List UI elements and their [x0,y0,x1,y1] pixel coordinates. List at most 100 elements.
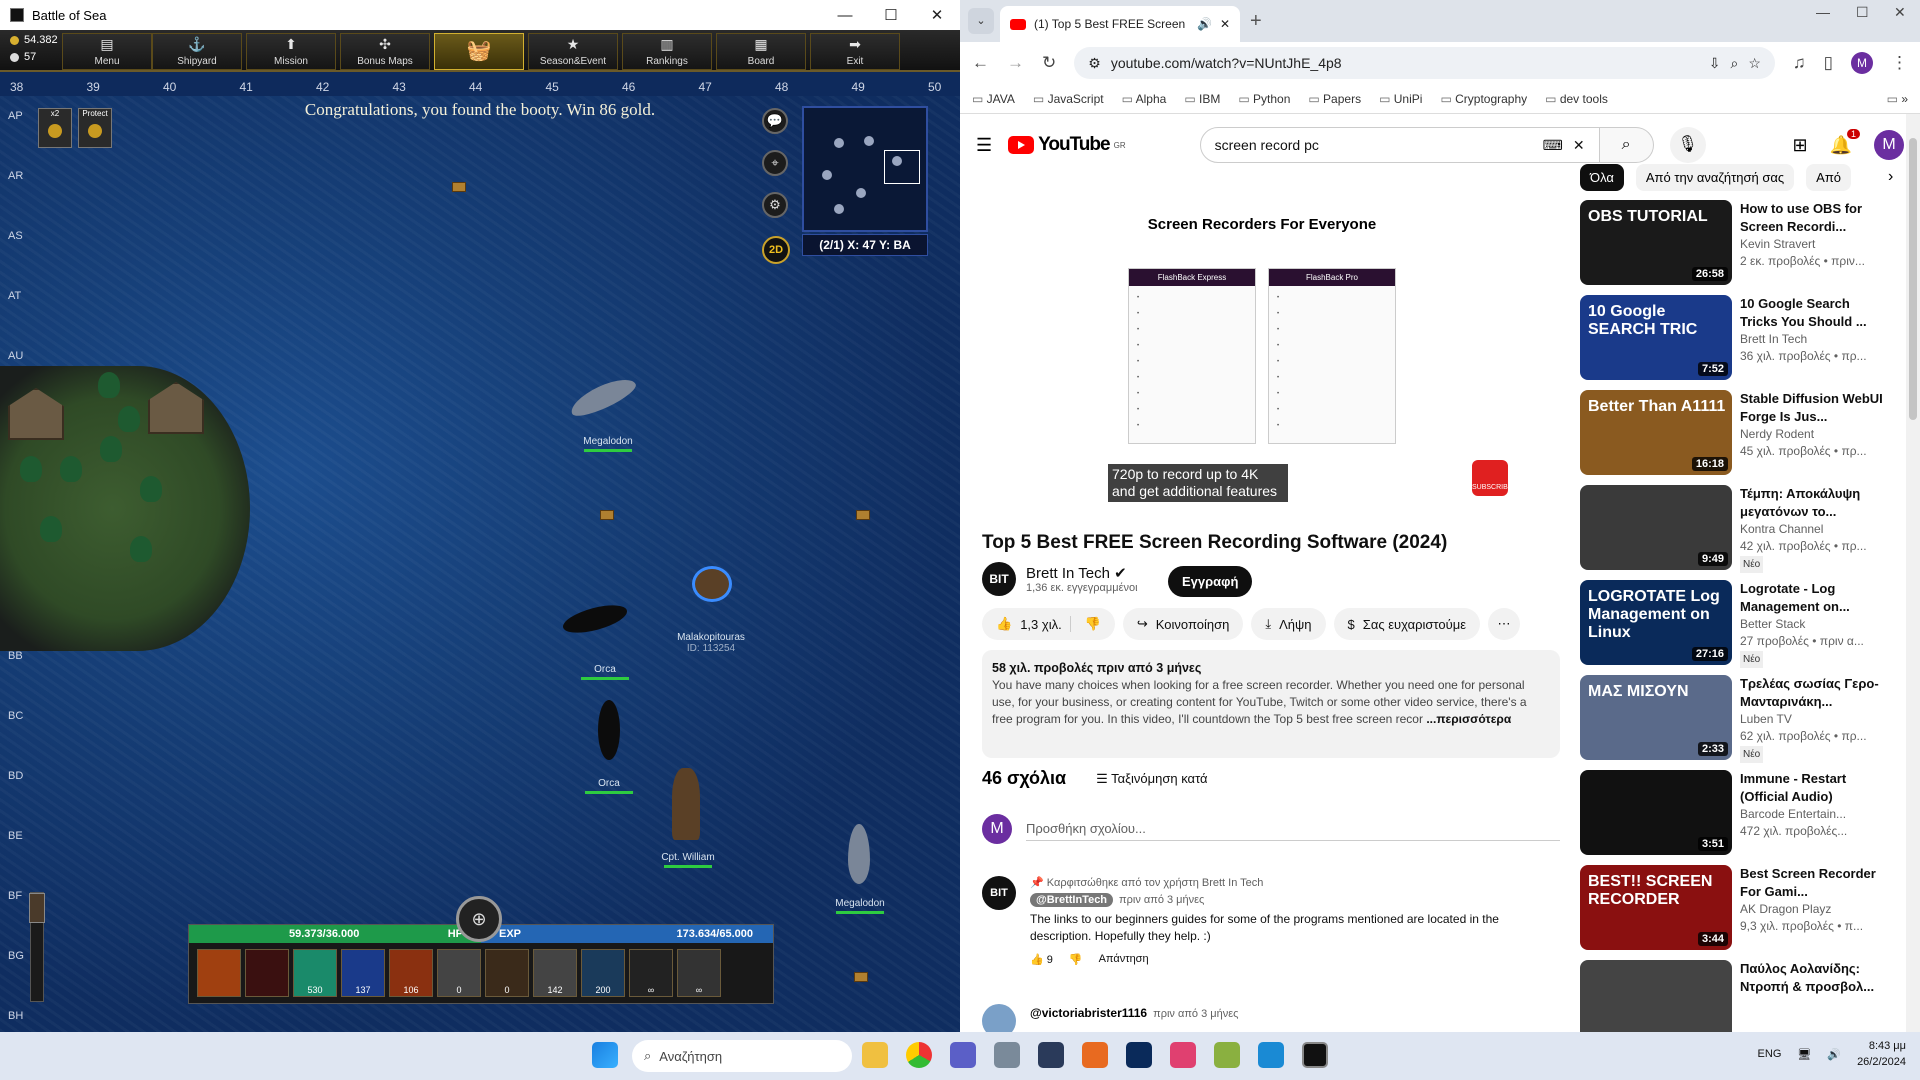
exit-button[interactable]: ➡ Exit [810,33,900,70]
minimap-viewport[interactable] [884,150,920,184]
bookmark-star-icon[interactable]: ☆ [1748,55,1761,72]
scrollbar-thumb[interactable] [1909,138,1917,420]
skill-slot[interactable]: 106 [389,949,433,997]
minimize-button[interactable]: — [822,0,868,30]
intellij-icon[interactable] [1170,1042,1196,1068]
compass-button[interactable]: ⊕ [456,896,502,942]
subscribe-watermark[interactable]: SUBSCRIBE [1472,460,1512,496]
filter-chip[interactable]: Από [1806,164,1852,191]
bookmark-folder[interactable]: dev tools [1545,92,1608,106]
bookmark-folder[interactable]: UniPi [1379,92,1423,106]
reply-button[interactable]: Απάντηση [1099,953,1149,966]
video-thumbnail[interactable]: BEST!! SCREEN RECORDER 3:44 [1580,865,1732,950]
bookmark-folder[interactable]: Python [1238,92,1290,106]
rankings-button[interactable]: ▥ Rankings [622,33,712,70]
install-icon[interactable]: ⇩ [1709,55,1721,72]
recommended-video[interactable]: 9:49 Τέμπη: Αποκάλυψη μεγατόνων το... Kont… [1580,485,1890,580]
forward-icon[interactable]: → [1007,53,1024,73]
skill-slot[interactable]: 142 [533,949,577,997]
video-thumbnail[interactable]: OBS TUTORIAL 26:58 [1580,200,1732,285]
bookmark-folder[interactable]: Papers [1308,92,1361,106]
season-event-button[interactable]: ★ Season&Event [528,33,618,70]
video-thumbnail[interactable]: Better Than A1111 16:18 [1580,390,1732,475]
zoom-icon[interactable]: ⌕ [1730,55,1738,72]
thanks-button[interactable]: $ Σας ευχαριστούμε [1333,608,1480,640]
comment-avatar[interactable] [982,1004,1016,1032]
recommended-video[interactable]: 10 Google SEARCH TRIC 7:52 10 Google Searc… [1580,295,1890,390]
side-panel-icon[interactable]: ▯ [1824,53,1833,73]
comment-like-button[interactable]: 👍 9 [1030,953,1053,966]
close-button[interactable]: ✕ [1894,4,1906,21]
treasure-chest[interactable] [856,510,870,520]
channel-info[interactable]: BIT Brett In Tech ✔ 1,36 εκ. εγγεγραμμένο… [982,562,1138,596]
menu-button[interactable]: ▤ Menu [62,33,152,70]
like-button[interactable]: 👍 1,3 χιλ. 👎 [982,608,1115,640]
recommended-video[interactable]: Better Than A1111 16:18 Stable Diffusion W… [1580,390,1890,485]
profile-avatar[interactable]: M [1851,52,1873,74]
video-thumbnail[interactable]: LOGROTATE Log Management on Linux 27:16 [1580,580,1732,665]
skill-slot[interactable]: 0 [485,949,529,997]
zoom-slider[interactable] [29,892,45,1002]
orca-sprite[interactable] [598,700,620,760]
keyboard-icon[interactable]: ⌨ [1543,137,1563,154]
more-actions-button[interactable]: ⋯ [1488,608,1520,640]
skill-slot[interactable]: 137 [341,949,385,997]
shop-button[interactable]: 🧺 [434,33,524,70]
recommended-video[interactable]: LOGROTATE Log Management on Linux 27:16 Lo… [1580,580,1890,675]
bookmark-folder[interactable]: JAVA [972,92,1015,106]
megalodon-sprite[interactable] [848,824,870,884]
bookmark-folder[interactable]: Alpha [1122,92,1167,106]
clock[interactable]: 8:43 μμ 26/2/2024 [1857,1038,1906,1070]
bonus-maps-button[interactable]: ✣ Bonus Maps [340,33,430,70]
reload-icon[interactable]: ↻ [1042,53,1056,73]
teams-icon[interactable] [950,1042,976,1068]
search-input[interactable]: screen record pc ⌨ ✕ [1199,127,1600,163]
close-button[interactable]: ✕ [914,0,960,30]
skill-slot[interactable] [197,949,241,997]
create-video-icon[interactable]: ⊞ [1792,135,1807,156]
minimap[interactable] [802,106,928,232]
comment-dislike-button[interactable]: 👎 [1069,953,1083,966]
start-icon[interactable] [592,1042,618,1068]
more-menu-icon[interactable]: ⋮ [1891,53,1908,73]
captain-ship[interactable] [672,768,700,840]
battle-of-sea-icon[interactable] [1302,1042,1328,1068]
new-tab-button[interactable]: + [1250,10,1262,33]
megalodon-sprite[interactable] [566,372,640,422]
recommended-video[interactable]: BEST!! SCREEN RECORDER 3:44 Best Screen Re… [1580,865,1890,960]
mission-button[interactable]: ⬆ Mission [246,33,336,70]
bonus-x2[interactable]: x2 [38,108,72,148]
view-mode-button[interactable]: 2D [762,236,790,264]
video-thumbnail[interactable]: ΜΑΣ ΜΙΣΟΥΝ 2:33 [1580,675,1732,760]
bookmark-folder[interactable]: Cryptography [1440,92,1527,106]
photoshop-icon[interactable] [1126,1042,1152,1068]
download-button[interactable]: ⤓ Λήψη [1251,608,1326,640]
app-icon[interactable] [1038,1042,1064,1068]
bookmark-folder[interactable]: IBM [1184,92,1220,106]
shipyard-button[interactable]: ⚓ Shipyard [152,33,242,70]
chrome-icon[interactable] [906,1042,932,1068]
video-thumbnail[interactable]: 3:51 [1580,770,1732,855]
subscribe-button[interactable]: Εγγραφή [1168,566,1253,597]
channel-avatar[interactable]: BIT [982,562,1016,596]
tab-close-icon[interactable]: ✕ [1220,17,1230,31]
bookmarks-overflow-icon[interactable]: » [1887,92,1908,106]
network-icon[interactable]: 🖥 [1797,1048,1811,1061]
maximize-button[interactable]: ☐ [868,0,914,30]
treasure-chest[interactable] [452,182,466,192]
maximize-button[interactable]: ☐ [1856,4,1869,21]
file-explorer-icon[interactable] [862,1042,888,1068]
recommended-video[interactable]: ΜΑΣ ΜΙΣΟΥΝ 2:33 Τρελέας σωσίας Γερο-Μανταρ… [1580,675,1890,770]
video-thumbnail[interactable]: 10 Google SEARCH TRIC 7:52 [1580,295,1732,380]
bonus-protect[interactable]: Protect [78,108,112,148]
comment-input[interactable]: Προσθήκη σχολίου... [1026,817,1560,841]
skill-slot[interactable]: 530 [293,949,337,997]
player-ship[interactable] [692,566,732,602]
board-button[interactable]: ▦ Board [716,33,806,70]
filter-chip[interactable]: Όλα [1580,164,1624,191]
video-thumbnail[interactable]: 9:49 [1580,485,1732,570]
site-info-icon[interactable]: ⚙ [1088,55,1101,72]
settings-button[interactable]: ⚙ [762,192,788,218]
video-description[interactable]: 58 χιλ. προβολές πριν από 3 μήνες You ha… [982,650,1560,758]
chat-button[interactable]: 💬 [762,108,788,134]
